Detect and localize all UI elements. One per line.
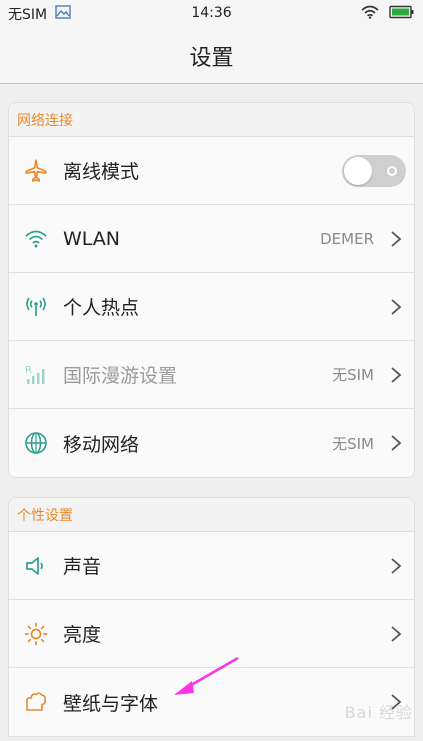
roaming-value: 无SIM (332, 366, 374, 384)
wallpaper-icon (9, 668, 63, 736)
row-mobile-network[interactable]: 移动网络 无SIM (9, 409, 414, 477)
battery-icon (389, 5, 415, 23)
settings-screen: 无SIM 14:36 设置 网络连接 离线模式 WLAN DEMER 个人热点 … (0, 0, 423, 741)
globe-icon (9, 409, 63, 477)
row-hotspot[interactable]: 个人热点 (9, 273, 414, 341)
mobile-network-value: 无SIM (332, 434, 374, 453)
row-international-roaming[interactable]: R 国际漫游设置 无SIM (9, 341, 414, 409)
chevron-right-icon (391, 230, 402, 247)
airplane-mode-toggle[interactable] (342, 154, 406, 187)
annotation-arrow-icon (174, 656, 239, 695)
wlan-label: WLAN (63, 227, 121, 250)
row-sound[interactable]: 声音 (9, 532, 414, 600)
chevron-right-icon (391, 298, 402, 315)
clock-text: 14:36 (191, 5, 232, 21)
watermark-logo-icon: Bai 经验 (344, 703, 413, 722)
status-right (361, 5, 415, 23)
row-wlan[interactable]: WLAN DEMER (9, 205, 414, 273)
network-settings-group: 网络连接 离线模式 WLAN DEMER 个人热点 R 国际漫游设置 无SIM … (8, 102, 415, 478)
brightness-label: 亮度 (63, 624, 102, 646)
speaker-icon (9, 532, 63, 600)
roaming-label: 国际漫游设置 (63, 365, 178, 387)
carrier-text: 无SIM (8, 7, 48, 23)
roaming-signal-icon: R (9, 341, 63, 409)
group-header-personalization: 个性设置 (9, 498, 414, 532)
hotspot-label: 个人热点 (63, 297, 140, 319)
wifi-icon (9, 205, 63, 273)
wifi-status-icon (361, 5, 379, 23)
airplane-mode-label: 离线模式 (63, 161, 140, 183)
chevron-right-icon (391, 366, 402, 383)
group-header-network: 网络连接 (9, 103, 414, 137)
sound-label: 声音 (63, 556, 102, 578)
toggle-knob (344, 156, 372, 185)
status-bar: 无SIM 14:36 (0, 0, 423, 28)
chevron-right-icon (391, 625, 402, 642)
status-left: 无SIM (8, 4, 71, 24)
svg-text:R: R (25, 365, 32, 376)
page-title: 设置 (189, 45, 234, 71)
chevron-right-icon (391, 557, 402, 574)
wlan-value: DEMER (320, 229, 374, 248)
brightness-icon (9, 600, 63, 668)
chevron-right-icon (391, 435, 402, 451)
airplane-icon (9, 137, 63, 205)
image-notification-icon (55, 5, 71, 23)
title-bar: 设置 (0, 28, 423, 84)
mobile-network-label: 移动网络 (63, 433, 140, 456)
toggle-off-indicator (387, 165, 397, 176)
hotspot-icon (9, 273, 63, 341)
row-airplane-mode[interactable]: 离线模式 (9, 137, 414, 205)
